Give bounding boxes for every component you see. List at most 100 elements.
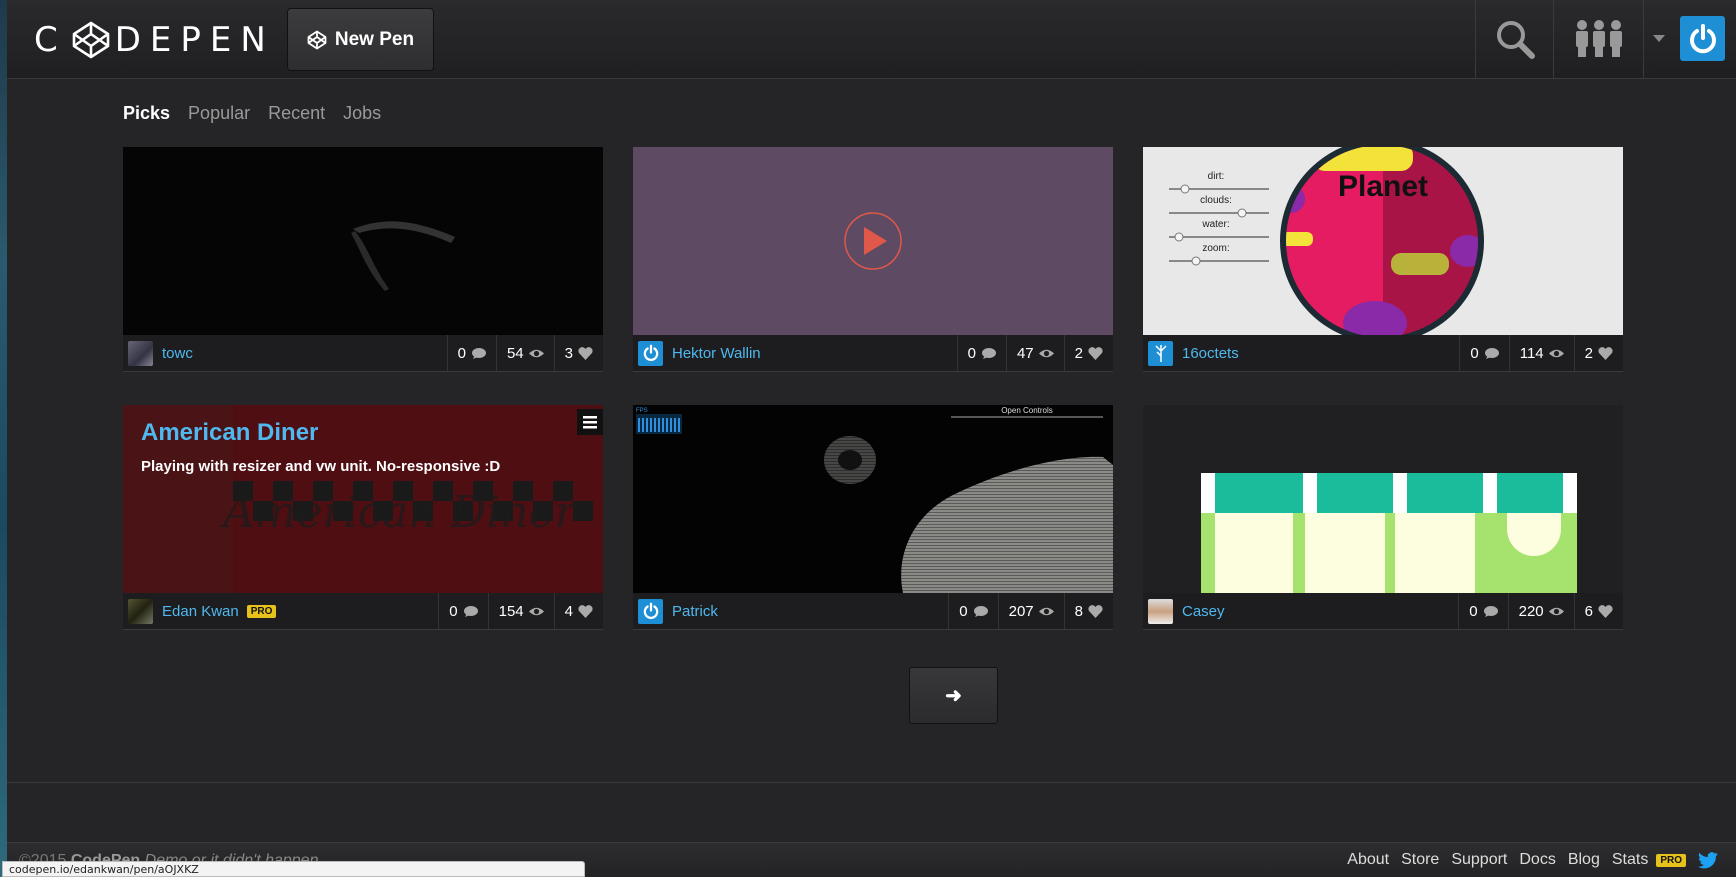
hearts-count[interactable]: 2 bbox=[1063, 335, 1113, 371]
footer-link-store[interactable]: Store bbox=[1401, 851, 1439, 869]
comments-value: 0 bbox=[967, 344, 976, 362]
tab-popular[interactable]: Popular bbox=[188, 103, 250, 124]
pen-preview[interactable]: FPS Open Controls bbox=[633, 405, 1113, 593]
views-value: 114 bbox=[1519, 344, 1544, 362]
pen-preview[interactable]: American Diner American Diner Playing wi… bbox=[123, 405, 603, 593]
pen-author[interactable]: towc bbox=[123, 335, 447, 371]
pen-preview[interactable] bbox=[1143, 405, 1623, 593]
author-avatar bbox=[1148, 598, 1173, 624]
pen-meta: 16octets 0 114 2 bbox=[1143, 335, 1623, 372]
twitter-icon[interactable] bbox=[1698, 851, 1718, 869]
search-button[interactable] bbox=[1475, 0, 1553, 78]
browser-status-url: codepen.io/edankwan/pen/aOJXKZ bbox=[2, 861, 585, 877]
views-count[interactable]: 114 bbox=[1508, 335, 1574, 371]
user-menu-toggle[interactable] bbox=[1643, 0, 1673, 78]
diner-script-text: American Diner bbox=[219, 487, 579, 538]
author-name[interactable]: Hektor Wallin bbox=[672, 345, 761, 362]
hearts-count[interactable]: 3 bbox=[553, 335, 603, 371]
author-avatar bbox=[128, 598, 153, 624]
author-avatar bbox=[638, 598, 663, 624]
codepen-logo[interactable]: C DEPEN bbox=[34, 20, 275, 60]
hearts-count[interactable]: 8 bbox=[1063, 593, 1113, 629]
comments-count[interactable]: 0 bbox=[956, 335, 1006, 371]
diner-subtitle: Playing with resizer and vw unit. No-res… bbox=[141, 458, 500, 475]
heart-icon bbox=[1088, 346, 1103, 360]
search-icon bbox=[1496, 21, 1535, 59]
footer-pro-badge[interactable]: PRO bbox=[1656, 853, 1686, 867]
pen-author[interactable]: 16octets bbox=[1143, 335, 1459, 371]
pen-meta: Casey 0 220 6 bbox=[1143, 593, 1623, 630]
planet-title: Planet bbox=[1338, 170, 1428, 203]
power-icon bbox=[643, 602, 658, 619]
desktop-edge bbox=[0, 0, 7, 877]
footer-link-docs[interactable]: Docs bbox=[1519, 851, 1555, 869]
hearts-value: 4 bbox=[564, 602, 573, 620]
author-name[interactable]: Casey bbox=[1182, 603, 1225, 620]
author-name[interactable]: towc bbox=[162, 345, 193, 362]
views-count[interactable]: 207 bbox=[997, 593, 1064, 629]
views-count[interactable]: 220 bbox=[1507, 593, 1574, 629]
comment-icon bbox=[463, 605, 478, 617]
footer-link-support[interactable]: Support bbox=[1451, 851, 1507, 869]
fps-label: FPS bbox=[636, 408, 648, 414]
ribbon-artwork bbox=[351, 221, 455, 291]
pen-preview[interactable] bbox=[633, 147, 1113, 335]
hearts-count[interactable]: 6 bbox=[1573, 593, 1623, 629]
pen-author[interactable]: Casey bbox=[1143, 593, 1458, 629]
pen-author[interactable]: Hektor Wallin bbox=[633, 335, 957, 371]
hearts-count[interactable]: 4 bbox=[553, 593, 603, 629]
footer-links: About Store Support Docs Blog Stats PRO bbox=[1347, 851, 1718, 869]
people-button[interactable] bbox=[1553, 0, 1643, 78]
tab-jobs[interactable]: Jobs bbox=[343, 103, 381, 124]
arrow-right-icon: ➜ bbox=[945, 685, 962, 707]
views-count[interactable]: 154 bbox=[487, 593, 554, 629]
pen-author[interactable]: Edan Kwan PRO bbox=[123, 593, 438, 629]
comment-icon bbox=[1484, 347, 1499, 359]
codepen-cube-icon bbox=[72, 21, 110, 59]
user-avatar[interactable] bbox=[1680, 16, 1725, 61]
tab-recent[interactable]: Recent bbox=[268, 103, 325, 124]
pen-preview[interactable] bbox=[123, 147, 603, 335]
diner-title: American Diner bbox=[141, 419, 318, 446]
author-name[interactable]: 16octets bbox=[1182, 345, 1239, 362]
views-count[interactable]: 54 bbox=[495, 335, 554, 371]
pen-preview[interactable]: dirt: clouds: water: zoom: Planet bbox=[1143, 147, 1623, 335]
pen-card: Casey 0 220 6 bbox=[1143, 405, 1623, 630]
comments-count[interactable]: 0 bbox=[1458, 593, 1507, 629]
comments-count[interactable]: 0 bbox=[948, 593, 997, 629]
feed-tabs: Picks Popular Recent Jobs bbox=[123, 103, 381, 124]
pen-meta: Hektor Wallin 0 47 2 bbox=[633, 335, 1113, 372]
hearts-value: 6 bbox=[1584, 602, 1593, 620]
people-icon bbox=[1575, 20, 1622, 57]
views-value: 47 bbox=[1016, 344, 1034, 362]
next-page-button[interactable]: ➜ bbox=[909, 667, 998, 724]
footer-link-about[interactable]: About bbox=[1347, 851, 1389, 869]
views-count[interactable]: 47 bbox=[1005, 335, 1064, 371]
comments-value: 0 bbox=[457, 344, 466, 362]
pro-badge: PRO bbox=[246, 604, 277, 618]
heart-icon bbox=[1598, 346, 1613, 360]
pen-meta: Edan Kwan PRO 0 154 4 bbox=[123, 593, 603, 630]
slider-label: clouds: bbox=[1200, 195, 1232, 206]
new-pen-button[interactable]: New Pen bbox=[287, 8, 434, 71]
power-icon bbox=[643, 344, 658, 361]
author-name[interactable]: Edan Kwan bbox=[162, 603, 239, 620]
hearts-value: 2 bbox=[1584, 344, 1593, 362]
comments-value: 0 bbox=[1470, 344, 1479, 362]
heart-icon bbox=[1088, 604, 1103, 618]
author-name[interactable]: Patrick bbox=[672, 603, 718, 620]
comments-value: 0 bbox=[449, 602, 458, 620]
open-controls-label[interactable]: Open Controls bbox=[1001, 406, 1053, 415]
hearts-value: 8 bbox=[1074, 602, 1083, 620]
footer-link-stats[interactable]: Stats bbox=[1612, 851, 1648, 869]
caret-down-icon bbox=[1652, 35, 1665, 42]
comments-count[interactable]: 0 bbox=[438, 593, 487, 629]
hearts-count[interactable]: 2 bbox=[1573, 335, 1623, 371]
diner-artwork: American Diner American Diner Playing wi… bbox=[123, 405, 603, 593]
footer-link-blog[interactable]: Blog bbox=[1568, 851, 1600, 869]
comments-count[interactable]: 0 bbox=[1459, 335, 1508, 371]
pen-author[interactable]: Patrick bbox=[633, 593, 948, 629]
tab-picks[interactable]: Picks bbox=[123, 103, 170, 124]
comments-count[interactable]: 0 bbox=[446, 335, 496, 371]
hearts-value: 2 bbox=[1074, 344, 1083, 362]
